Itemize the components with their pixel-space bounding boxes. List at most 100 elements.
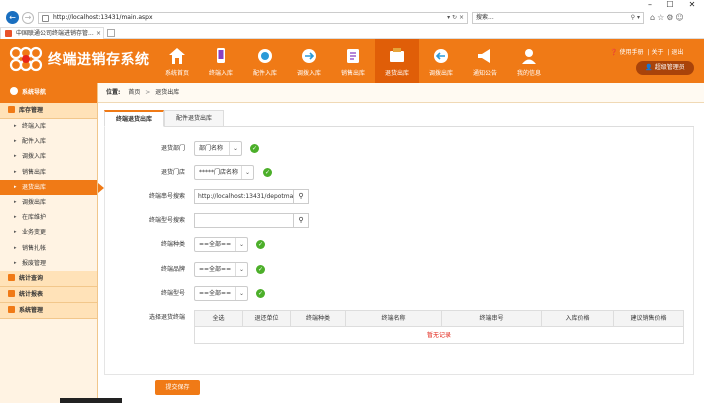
column-header-0[interactable]: 全选 xyxy=(195,311,243,327)
sidebar-item-0-8[interactable]: 销售扎帐 xyxy=(0,241,97,256)
address-bar[interactable]: http://localhost:13431/main.aspx ▾ ↻ × xyxy=(38,12,468,24)
nav-item-8[interactable]: 我的信息 xyxy=(507,39,551,83)
sidebar-group-3[interactable]: 系统管理 xyxy=(0,302,97,319)
model-select[interactable]: ==全部== ⌄ xyxy=(194,286,248,301)
nav-item-label: 退货出库 xyxy=(384,70,409,77)
megaphone-icon xyxy=(478,49,490,63)
sidebar-item-0-2[interactable]: 调拨入库 xyxy=(0,149,97,164)
nav-item-label: 终端入库 xyxy=(208,70,233,77)
breadcrumb-home[interactable]: 首页 xyxy=(128,89,140,96)
browser-action-icons[interactable]: ⌂☆⚙☺ xyxy=(650,12,700,24)
brand-select[interactable]: ==全部== ⌄ xyxy=(194,262,248,277)
sidebar-group-2[interactable]: 统计报表 xyxy=(0,286,97,303)
model-label: 终端型号 xyxy=(160,290,185,297)
sidebar-item-0-4[interactable]: 退货出库 xyxy=(0,179,104,195)
nav-item-label: 销售出库 xyxy=(340,70,365,77)
dept-label: 退货部门 xyxy=(160,145,185,152)
top-links: ❓ 使用手册 | 关于 | 退出 xyxy=(610,49,684,56)
submit-button[interactable]: 提交保存 xyxy=(155,380,200,395)
check-icon: ✓ xyxy=(256,289,265,298)
serial-search-button[interactable]: ⚲ xyxy=(294,189,309,204)
chevron-down-icon: ⌄ xyxy=(235,263,247,276)
model-search-button[interactable]: ⚲ xyxy=(294,213,309,228)
check-icon: ✓ xyxy=(263,168,272,177)
return-form: 退货部门 部门名称 ⌄ ✓ 退货门店 *****门店名称 ⌄ ✓ 终端串号搜索 ht… xyxy=(104,127,694,375)
phone-in-icon xyxy=(217,48,225,63)
unicom-favicon-icon xyxy=(5,30,12,37)
minimize-button[interactable]: – xyxy=(640,0,660,9)
link-manual[interactable]: 使用手册 xyxy=(619,49,643,56)
nav-item-2[interactable]: 配件入库 xyxy=(243,39,287,83)
column-header-6: 建议销售价格 xyxy=(630,315,667,322)
nav-item-label: 通知公告 xyxy=(472,70,497,77)
type-select[interactable]: ==全部== ⌄ xyxy=(194,237,248,252)
nav-item-label: 调拨出库 xyxy=(428,70,453,77)
browser-search-input[interactable]: 搜索... ⚲ ▾ xyxy=(472,12,644,24)
browser-toolbar: ← → http://localhost:13431/main.aspx ▾ ↻… xyxy=(0,9,704,27)
model-search-input[interactable] xyxy=(194,213,294,228)
content-tabs: 终端退货出库 配件退货出库 xyxy=(104,110,694,127)
window-titlebar: – ☐ ✕ xyxy=(0,0,704,9)
check-icon: ✓ xyxy=(256,240,265,249)
serial-search-input[interactable]: http://localhost:13431/depotmanage xyxy=(194,189,294,204)
forward-button[interactable]: → xyxy=(22,12,34,24)
tab-accessory-return[interactable]: 配件退货出库 xyxy=(164,110,224,127)
app-header: 终端进销存系统 系统首页 终端入库 配件入库 调拨入库 销售出库 退货出库 调拨出库 通知公告… xyxy=(0,39,704,83)
nav-item-label: 配件入库 xyxy=(252,70,277,77)
app-title: 终端进销存系统 xyxy=(48,52,150,68)
bottom-strip xyxy=(60,398,704,403)
chevron-down-icon: ⌄ xyxy=(241,166,253,179)
browser-tab[interactable]: 中国联通公司终端进销存管... × xyxy=(0,27,104,39)
back-button[interactable]: ← xyxy=(6,11,19,24)
unicom-logo-icon xyxy=(9,46,43,72)
folder-icon xyxy=(8,305,15,313)
folder-icon xyxy=(8,273,15,281)
nav-item-label: 我的信息 xyxy=(516,70,541,77)
chevron-down-icon: ⌄ xyxy=(235,238,247,251)
user-button[interactable]: 👤 超级管理员 xyxy=(636,61,694,75)
new-tab-button[interactable] xyxy=(107,29,115,37)
link-logout[interactable]: 退出 xyxy=(671,49,683,56)
store-select[interactable]: *****门店名称 ⌄ xyxy=(194,165,254,180)
nav-item-1[interactable]: 终端入库 xyxy=(199,39,243,83)
help-icon: ❓ xyxy=(610,49,618,56)
sidebar-item-0-6[interactable]: 在库维护 xyxy=(0,210,97,225)
check-icon: ✓ xyxy=(250,144,259,153)
close-window-button[interactable]: ✕ xyxy=(682,0,702,9)
tab-terminal-return[interactable]: 终端退货出库 xyxy=(104,110,164,127)
serial-search-label: 终端串号搜索 xyxy=(148,193,185,200)
headset-in-icon xyxy=(258,49,272,63)
nav-item-5[interactable]: 退货出库 xyxy=(375,39,419,83)
search-icon[interactable]: ⚲ ▾ xyxy=(631,13,640,23)
sidebar-item-0-3[interactable]: 销售出库 xyxy=(0,165,97,180)
select-terminal-label: 选择退货终端 xyxy=(148,314,185,321)
maximize-button[interactable]: ☐ xyxy=(660,0,680,9)
nav-item-6[interactable]: 调拨出库 xyxy=(419,39,463,83)
breadcrumb-current: 退货出库 xyxy=(155,89,180,96)
sidebar-item-0-7[interactable]: 业务变更 xyxy=(0,225,97,240)
nav-item-3[interactable]: 调拨入库 xyxy=(287,39,331,83)
sidebar-item-0-0[interactable]: 终端入库 xyxy=(0,119,97,134)
close-tab-icon[interactable]: × xyxy=(96,28,101,39)
nav-icon xyxy=(10,87,18,95)
dept-select[interactable]: 部门名称 ⌄ xyxy=(194,141,242,156)
sidebar-group-0[interactable]: 库存管理 xyxy=(0,103,97,119)
sidebar-item-0-9[interactable]: 报废管理 xyxy=(0,256,97,271)
sidebar-item-0-1[interactable]: 配件入库 xyxy=(0,134,97,149)
table-header: 全选 退还单位 终端种类 终端名称 终端串号 入库价格 建议销售价格 xyxy=(195,311,683,327)
sidebar-item-0-5[interactable]: 调拨出库 xyxy=(0,195,97,210)
nav-item-7[interactable]: 通知公告 xyxy=(463,39,507,83)
breadcrumb: 位置: 首页 > 退货出库 xyxy=(98,83,704,103)
brand-label: 终端品牌 xyxy=(160,266,185,273)
nav-item-0[interactable]: 系统首页 xyxy=(155,39,199,83)
refresh-icon[interactable]: ▾ ↻ × xyxy=(447,13,464,23)
nav-item-4[interactable]: 销售出库 xyxy=(331,39,375,83)
no-record-text: 暂无记录 xyxy=(426,332,451,339)
check-icon: ✓ xyxy=(256,265,265,274)
user-icon: 👤 xyxy=(645,64,655,71)
column-header-3: 终端名称 xyxy=(346,311,442,327)
return-out-icon xyxy=(390,48,404,62)
link-about[interactable]: 关于 xyxy=(651,49,663,56)
column-header-4: 终端串号 xyxy=(442,311,542,327)
sidebar-group-1[interactable]: 统计查询 xyxy=(0,270,97,287)
